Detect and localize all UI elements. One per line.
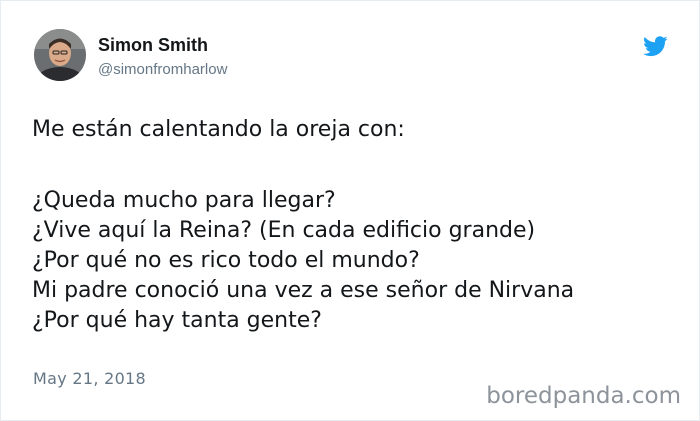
author-handle[interactable]: @simonfromharlow — [98, 61, 227, 78]
tweet-timestamp[interactable]: May 21, 2018 — [33, 369, 146, 388]
author-name[interactable]: Simon Smith — [98, 35, 208, 56]
tweet-line: ¿Vive aquí la Reina? (En cada edificio g… — [32, 218, 536, 243]
tweet-card: Simon Smith @simonfromharlow Me están ca… — [0, 0, 700, 421]
avatar-photo — [34, 29, 86, 81]
tweet-line: ¿Por qué no es rico todo el mundo? — [32, 248, 420, 273]
tweet-intro: Me están calentando la oreja con: — [32, 117, 405, 142]
tweet-line: ¿Por qué hay tanta gente? — [32, 308, 322, 333]
author-avatar[interactable] — [34, 29, 86, 81]
line-break — [32, 145, 672, 186]
tweet-line: Mi padre conoció una vez a ese señor de … — [32, 278, 575, 303]
tweet-text: Me están calentando la oreja con: ¿Queda… — [32, 115, 672, 336]
site-watermark: boredpanda.com — [486, 383, 681, 409]
twitter-bird-icon[interactable] — [643, 36, 668, 57]
tweet-line: ¿Queda mucho para llegar? — [32, 188, 336, 213]
